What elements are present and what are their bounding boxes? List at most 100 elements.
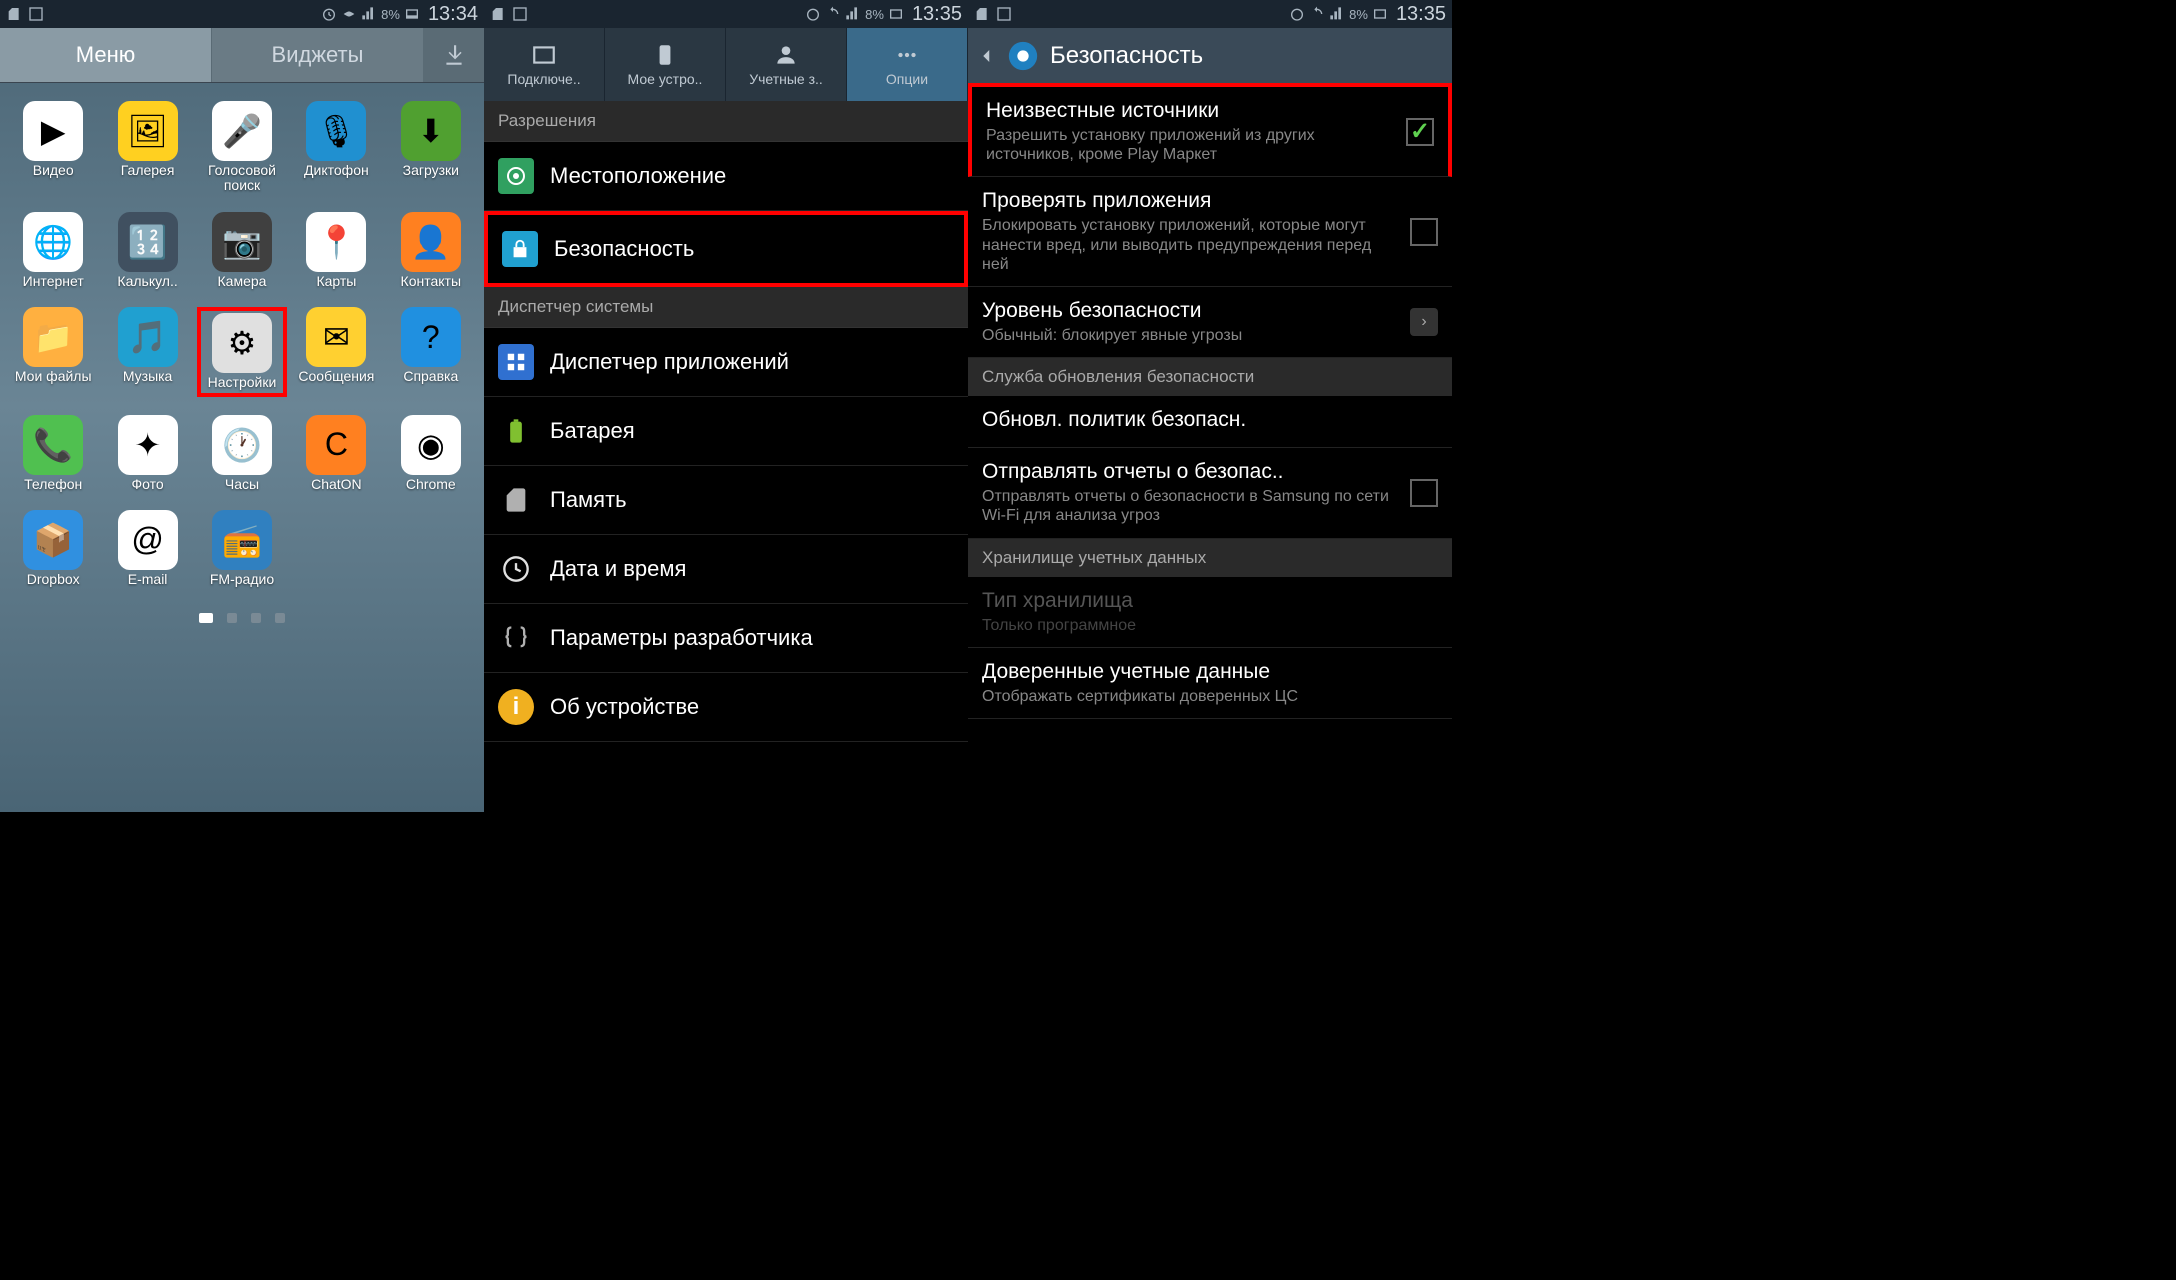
app-телефон[interactable]: 📞Телефон [8, 415, 98, 492]
row-label: Местоположение [550, 163, 726, 189]
battery-text: 8% [1349, 7, 1368, 22]
app-калькул--[interactable]: 🔢Калькул.. [102, 212, 192, 289]
app-музыка[interactable]: 🎵Музыка [102, 307, 192, 396]
app-icon: ⚙ [212, 313, 272, 373]
app-icon: C [306, 415, 366, 475]
row-battery[interactable]: Батарея [484, 397, 968, 466]
app-label: Музыка [123, 369, 173, 384]
settings-tab-1[interactable]: Мое устро.. [605, 28, 726, 101]
app-label: Галерея [121, 163, 175, 178]
tab-widgets[interactable]: Виджеты [212, 28, 424, 82]
app-icon: 📞 [23, 415, 83, 475]
row-datetime[interactable]: Дата и время [484, 535, 968, 604]
page-dot[interactable] [199, 613, 213, 623]
app-справка[interactable]: ?Справка [386, 307, 476, 396]
item-storage-type: Тип хранилища Только программное [968, 577, 1452, 648]
signal-icon [845, 6, 861, 22]
app-chrome[interactable]: ◉Chrome [386, 415, 476, 492]
gear-icon [1006, 39, 1040, 73]
settings-tab-2[interactable]: Учетные з.. [726, 28, 847, 101]
braces-icon [502, 624, 530, 652]
item-subtitle: Блокировать установку приложений, которы… [982, 216, 1400, 274]
app-label: Фото [132, 477, 164, 492]
app-fm-радио[interactable]: 📻FM-радио [197, 510, 287, 587]
item-policy-update[interactable]: Обновл. политик безопасн. [968, 396, 1452, 448]
app-grid: ▶Видео🖼Галерея🎤Голосовой поиск🎙Диктофон⬇… [0, 83, 484, 605]
app-label: Интернет [23, 274, 84, 289]
row-storage[interactable]: Память [484, 466, 968, 535]
app-видео[interactable]: ▶Видео [8, 101, 98, 194]
checkbox[interactable] [1410, 479, 1438, 507]
page-indicator [0, 613, 484, 623]
item-send-reports[interactable]: Отправлять отчеты о безопас.. Отправлять… [968, 448, 1452, 538]
item-subtitle: Отображать сертификаты доверенных ЦС [982, 687, 1438, 706]
app-chaton[interactable]: C ChatON [291, 415, 381, 492]
row-label: Безопасность [554, 236, 694, 262]
clock-text: 13:34 [428, 3, 478, 26]
app-камера[interactable]: 📷Камера [197, 212, 287, 289]
row-security[interactable]: Безопасность [484, 211, 968, 287]
row-about[interactable]: i Об устройстве [484, 673, 968, 742]
app-dropbox[interactable]: 📦Dropbox [8, 510, 98, 587]
item-unknown-sources[interactable]: Неизвестные источники Разрешить установк… [968, 83, 1452, 177]
item-title: Доверенные учетные данные [982, 660, 1438, 684]
page-dot[interactable] [275, 613, 285, 623]
item-title: Тип хранилища [982, 589, 1438, 613]
app-фото[interactable]: ✦Фото [102, 415, 192, 492]
item-security-level[interactable]: Уровень безопасности Обычный: блокирует … [968, 287, 1452, 358]
app-галерея[interactable]: 🖼Галерея [102, 101, 192, 194]
tab-menu[interactable]: Меню [0, 28, 212, 82]
item-subtitle: Разрешить установку приложений из других… [986, 126, 1396, 164]
app-icon: 🕐 [212, 415, 272, 475]
status-bar: 8% 13:35 [484, 0, 968, 28]
app-label: Контакты [401, 274, 461, 289]
app-label: Справка [403, 369, 458, 384]
section-system: Диспетчер системы [484, 287, 968, 328]
security-panel: 8% 13:35 Безопасность Неизвестные источн… [968, 0, 1452, 812]
tab-icon [531, 42, 557, 68]
app-label: E-mail [128, 572, 168, 587]
app-сообщения[interactable]: ✉Сообщения [291, 307, 381, 396]
app-контакты[interactable]: 👤 Контакты [386, 212, 476, 289]
item-title: Проверять приложения [982, 189, 1400, 213]
app-диктофон[interactable]: 🎙Диктофон [291, 101, 381, 194]
app-icon: 🔢 [118, 212, 178, 272]
app-icon: 👤 [401, 212, 461, 272]
app-label: Часы [225, 477, 259, 492]
checkbox[interactable] [1406, 118, 1434, 146]
row-label: Батарея [550, 418, 635, 444]
app-часы[interactable]: 🕐 Часы [197, 415, 287, 492]
app-icon: 🎤 [212, 101, 272, 161]
app-e-mail[interactable]: @E-mail [102, 510, 192, 587]
row-app-manager[interactable]: Диспетчер приложений [484, 328, 968, 397]
item-trusted-credentials[interactable]: Доверенные учетные данные Отображать сер… [968, 648, 1452, 719]
app-интернет[interactable]: 🌐Интернет [8, 212, 98, 289]
app-карты[interactable]: 📍Карты [291, 212, 381, 289]
app-label: ChatON [311, 477, 362, 492]
app-drawer-panel: 8% 13:34 Меню Виджеты ▶Видео🖼Галерея🎤Гол… [0, 0, 484, 812]
row-developer[interactable]: Параметры разработчика [484, 604, 968, 673]
item-title: Отправлять отчеты о безопас.. [982, 460, 1400, 484]
clock-icon [502, 555, 530, 583]
tab-label: Мое устро.. [628, 71, 703, 87]
row-location[interactable]: Местоположение [484, 142, 968, 211]
back-icon[interactable] [978, 44, 996, 68]
page-dot[interactable] [251, 613, 261, 623]
settings-tab-3[interactable]: Опции [847, 28, 968, 101]
apps-icon [505, 351, 527, 373]
settings-tab-0[interactable]: Подключе.. [484, 28, 605, 101]
security-header: Безопасность [968, 28, 1452, 83]
app-icon: 📍 [306, 212, 366, 272]
screenshot-icon [512, 6, 528, 22]
checkbox[interactable] [1410, 218, 1438, 246]
app-настройки[interactable]: ⚙Настройки [197, 307, 287, 396]
app-label: Голосовой поиск [198, 163, 286, 194]
app-голосовой-поиск[interactable]: 🎤Голосовой поиск [197, 101, 287, 194]
app-загрузки[interactable]: ⬇Загрузки [386, 101, 476, 194]
location-icon [504, 164, 528, 188]
app-мои-файлы[interactable]: 📁Мои файлы [8, 307, 98, 396]
item-verify-apps[interactable]: Проверять приложения Блокировать установ… [968, 177, 1452, 287]
page-dot[interactable] [227, 613, 237, 623]
status-bar: 8% 13:35 [968, 0, 1452, 28]
tab-downloads[interactable] [424, 28, 484, 82]
